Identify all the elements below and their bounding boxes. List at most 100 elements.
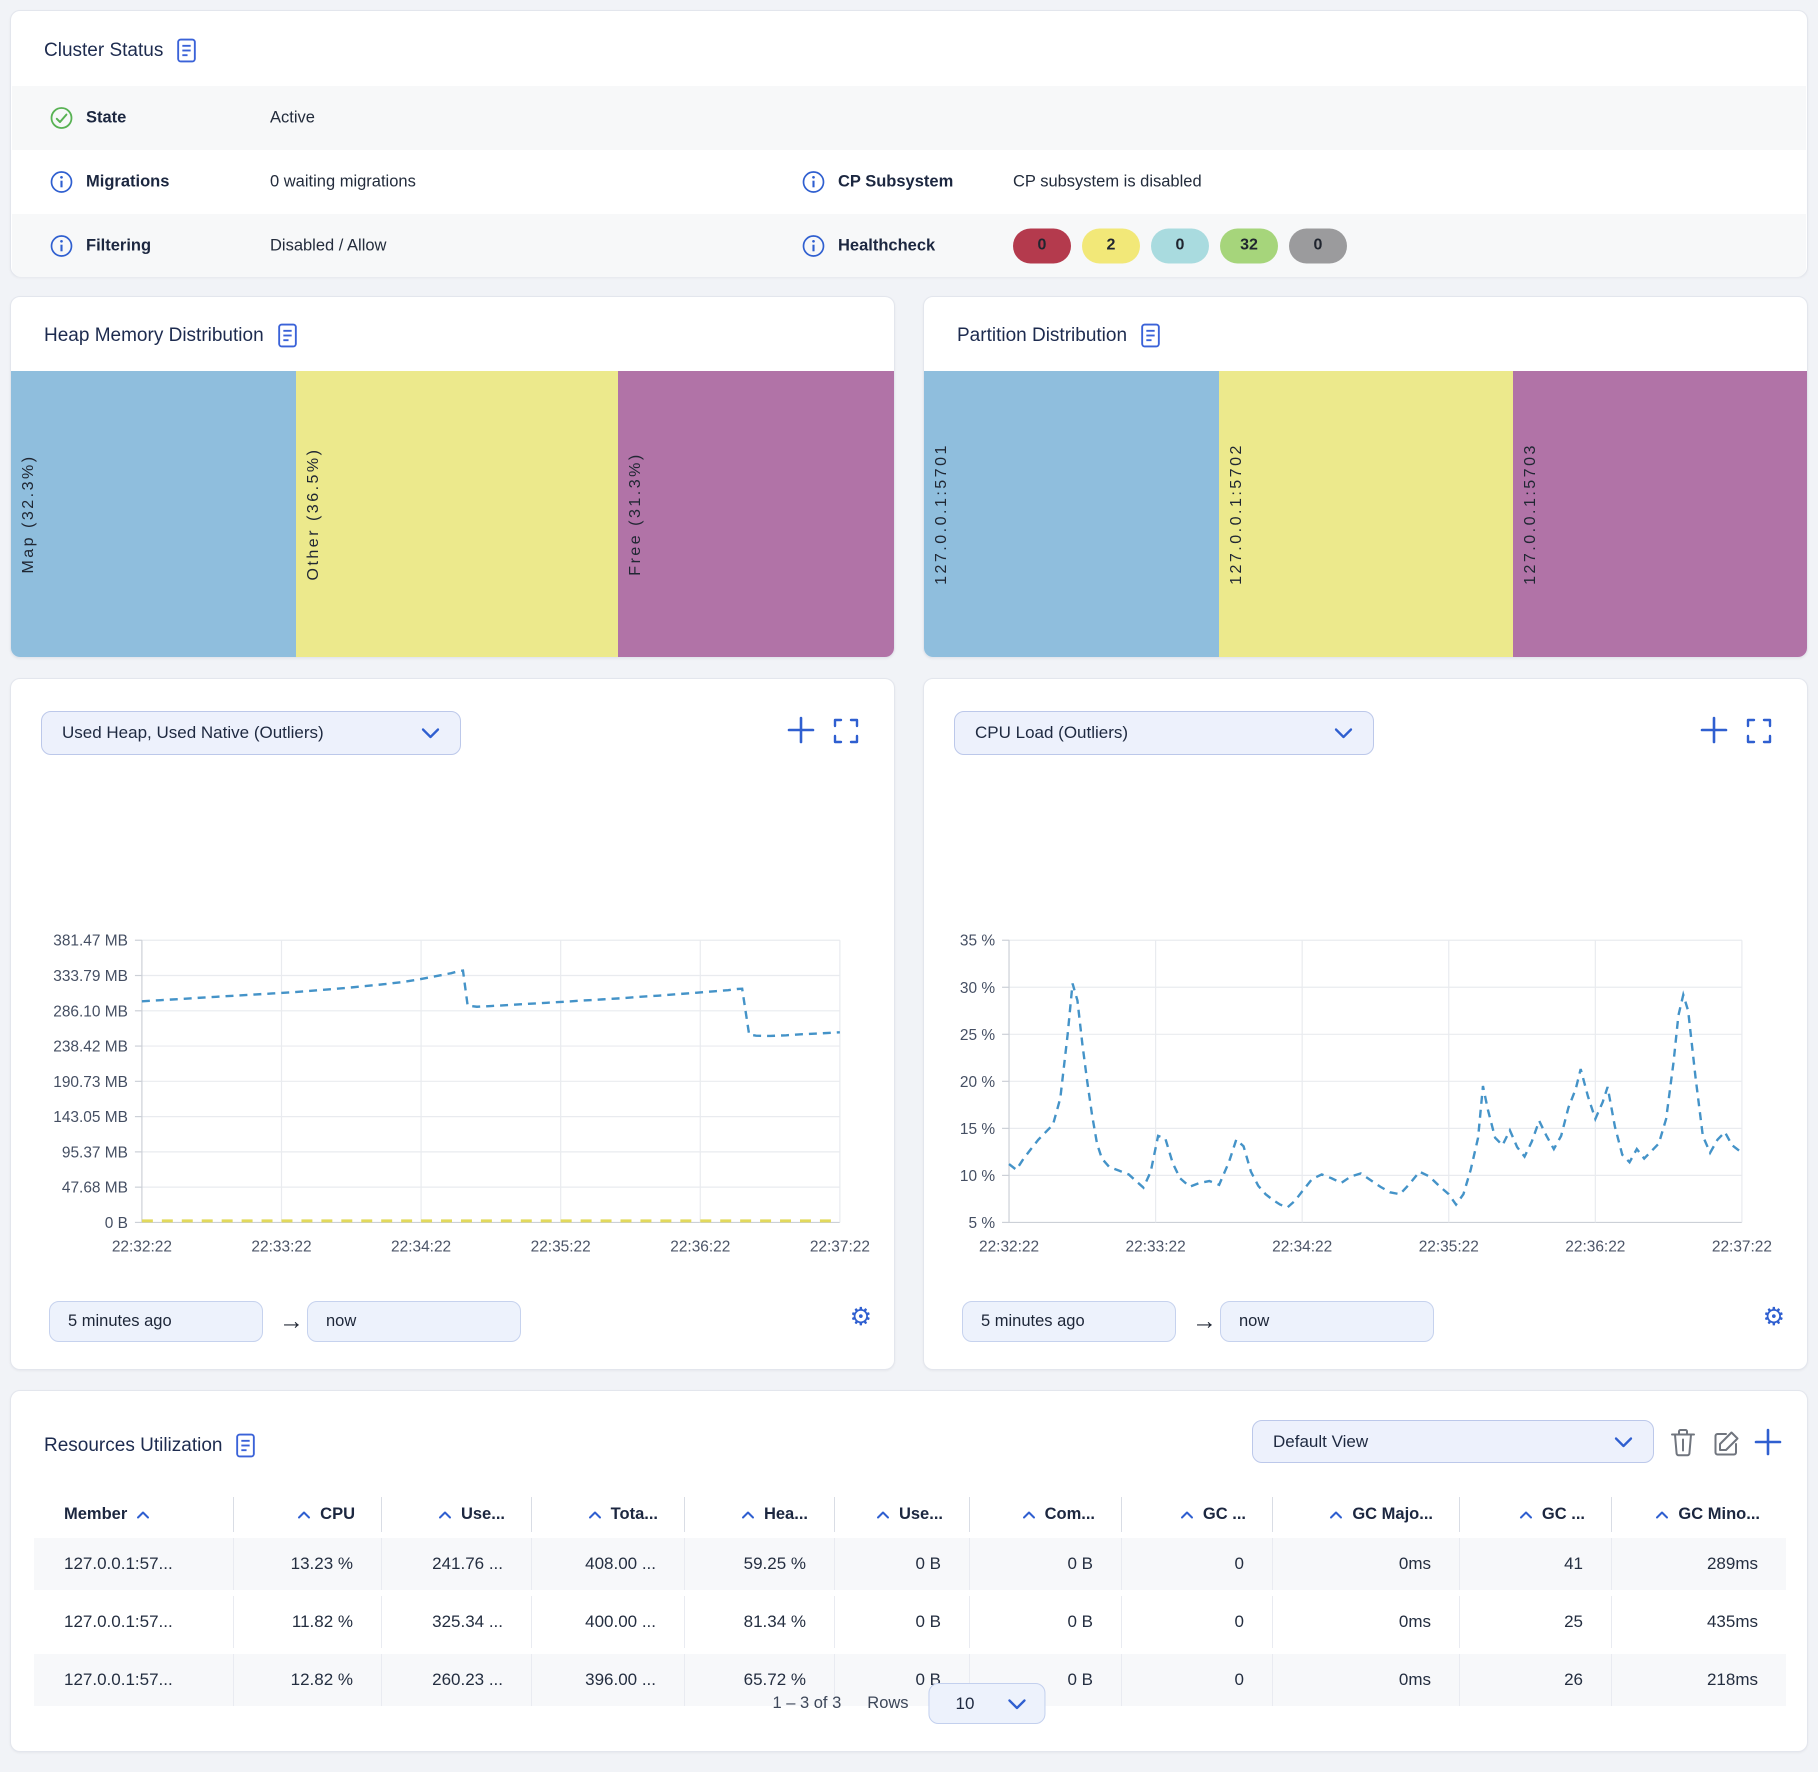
column-header-cpu[interactable]: CPU (234, 1497, 382, 1532)
healthcheck-badge[interactable]: 0 (1013, 228, 1071, 263)
time-from-input[interactable]: 5 minutes ago (962, 1301, 1176, 1342)
resources-utilization-title: Resources Utilization (44, 1433, 256, 1458)
table-cell: 25 (1460, 1596, 1612, 1648)
memory-chart-card: Used Heap, Used Native (Outliers) 381.47… (10, 678, 895, 1370)
info-icon[interactable] (50, 234, 73, 257)
doc-icon[interactable] (235, 1433, 256, 1458)
table-row[interactable]: 127.0.0.1:57...13.23 %241.76 ...408.00 .… (34, 1538, 1786, 1590)
table-cell: 400.00 ... (532, 1596, 685, 1648)
column-header-use[interactable]: Use... (382, 1497, 532, 1532)
svg-text:22:34:22: 22:34:22 (1272, 1238, 1332, 1255)
column-header-label: GC ... (1203, 1505, 1246, 1524)
svg-text:22:35:22: 22:35:22 (531, 1238, 591, 1255)
rows-per-page-value: 10 (956, 1694, 975, 1714)
add-view-button[interactable] (1752, 1426, 1784, 1458)
healthcheck-badge[interactable]: 32 (1220, 228, 1278, 263)
table-cell: 325.34 ... (382, 1596, 532, 1648)
distribution-segment-label: Free (31.3%) (627, 452, 645, 575)
distribution-segment[interactable]: Map (32.3%) (11, 371, 296, 657)
column-header-use[interactable]: Use... (835, 1497, 970, 1532)
info-icon[interactable] (802, 234, 825, 257)
column-header-gc-mino[interactable]: GC Mino... (1612, 1497, 1786, 1532)
time-from-input[interactable]: 5 minutes ago (49, 1301, 263, 1342)
table-cell: 408.00 ... (532, 1538, 685, 1590)
column-header-label: GC Mino... (1678, 1505, 1760, 1524)
partition-distribution-card: Partition Distribution 127.0.0.1:5701 127… (923, 296, 1808, 658)
sort-caret-icon (741, 1510, 755, 1520)
cp-subsystem-value: CP subsystem is disabled (1013, 173, 1202, 192)
doc-icon[interactable] (176, 38, 197, 63)
pagination-range: 1 – 3 of 3 (772, 1694, 841, 1713)
distribution-segment-label: 127.0.0.1:5703 (1522, 443, 1540, 585)
migrations-row: Migrations 0 waiting migrations CP Subsy… (12, 150, 1806, 214)
column-header-label: GC Majo... (1352, 1505, 1433, 1524)
svg-text:22:32:22: 22:32:22 (112, 1238, 172, 1255)
arrow-right-icon: → (1192, 1301, 1217, 1342)
column-header-member[interactable]: Member (34, 1497, 234, 1532)
delete-view-button[interactable] (1667, 1426, 1699, 1458)
edit-view-button[interactable] (1710, 1426, 1742, 1458)
partition-distribution-title-text: Partition Distribution (957, 325, 1127, 347)
table-cell: 241.76 ... (382, 1538, 532, 1590)
column-header-label: Member (64, 1505, 127, 1524)
column-header-com[interactable]: Com... (970, 1497, 1122, 1532)
column-header-hea[interactable]: Hea... (685, 1497, 835, 1532)
info-icon[interactable] (50, 171, 73, 194)
chevron-down-icon (1008, 1698, 1027, 1710)
svg-text:22:36:22: 22:36:22 (670, 1238, 730, 1255)
migrations-value: 0 waiting migrations (270, 173, 416, 192)
gear-icon[interactable]: ⚙ (1763, 1305, 1785, 1330)
table-cell: 11.82 % (234, 1596, 382, 1648)
table-cell: 127.0.0.1:57... (34, 1596, 234, 1648)
filtering-value: Disabled / Allow (270, 236, 386, 255)
table-cell: 59.25 % (685, 1538, 835, 1590)
state-value: Active (270, 109, 315, 128)
distribution-segment-label: Other (36.5%) (305, 448, 323, 581)
sort-caret-icon (136, 1510, 150, 1520)
column-header-label: Com... (1045, 1505, 1095, 1524)
table-cell: 396.00 ... (532, 1654, 685, 1706)
distribution-segment[interactable]: 127.0.0.1:5701 (924, 371, 1219, 657)
healthcheck-badge[interactable]: 0 (1151, 228, 1209, 263)
sort-caret-icon (876, 1510, 890, 1520)
view-selector-value: Default View (1273, 1432, 1368, 1452)
resources-utilization-title-text: Resources Utilization (44, 1435, 222, 1457)
sort-caret-icon (1655, 1510, 1669, 1520)
table-cell: 0 (1122, 1596, 1273, 1648)
resources-table: MemberCPUUse...Tota...Hea...Use...Com...… (34, 1491, 1786, 1712)
svg-text:5 %: 5 % (968, 1215, 995, 1232)
distribution-segment[interactable]: Free (31.3%) (618, 371, 894, 657)
sort-caret-icon (1519, 1510, 1533, 1520)
svg-text:22:34:22: 22:34:22 (391, 1238, 451, 1255)
heap-distribution-title-text: Heap Memory Distribution (44, 325, 264, 347)
view-selector[interactable]: Default View (1252, 1420, 1654, 1463)
dashboard-page: Cluster Status State Active Migrations 0… (0, 0, 1818, 1772)
table-cell: 41 (1460, 1538, 1612, 1590)
healthcheck-badge[interactable]: 2 (1082, 228, 1140, 263)
gear-icon[interactable]: ⚙ (850, 1305, 872, 1330)
table-cell: 0 B (970, 1596, 1122, 1648)
distribution-segment[interactable]: Other (36.5%) (296, 371, 618, 657)
distribution-segment-label: 127.0.0.1:5701 (933, 443, 951, 585)
time-to-input[interactable]: now (1220, 1301, 1434, 1342)
distribution-segment[interactable]: 127.0.0.1:5702 (1219, 371, 1513, 657)
column-header-gc-majo[interactable]: GC Majo... (1273, 1497, 1460, 1532)
table-header-row: MemberCPUUse...Tota...Hea...Use...Com...… (34, 1497, 1786, 1532)
table-cell: 289ms (1612, 1538, 1786, 1590)
doc-icon[interactable] (277, 323, 298, 348)
sort-caret-icon (1329, 1510, 1343, 1520)
plus-icon (1754, 1428, 1782, 1456)
rows-per-page-selector[interactable]: 10 (929, 1683, 1046, 1724)
column-header-gc[interactable]: GC ... (1122, 1497, 1273, 1532)
doc-icon[interactable] (1140, 323, 1161, 348)
column-header-tota[interactable]: Tota... (532, 1497, 685, 1532)
healthcheck-badge[interactable]: 0 (1289, 228, 1347, 263)
pagination: 1 – 3 of 3 Rows 10 (772, 1683, 1045, 1724)
info-icon[interactable] (802, 171, 825, 194)
svg-text:22:32:22: 22:32:22 (979, 1238, 1039, 1255)
table-row[interactable]: 127.0.0.1:57...11.82 %325.34 ...400.00 .… (34, 1596, 1786, 1648)
distribution-segment[interactable]: 127.0.0.1:5703 (1513, 371, 1807, 657)
column-header-gc[interactable]: GC ... (1460, 1497, 1612, 1532)
arrow-right-icon: → (279, 1301, 304, 1342)
time-to-input[interactable]: now (307, 1301, 521, 1342)
